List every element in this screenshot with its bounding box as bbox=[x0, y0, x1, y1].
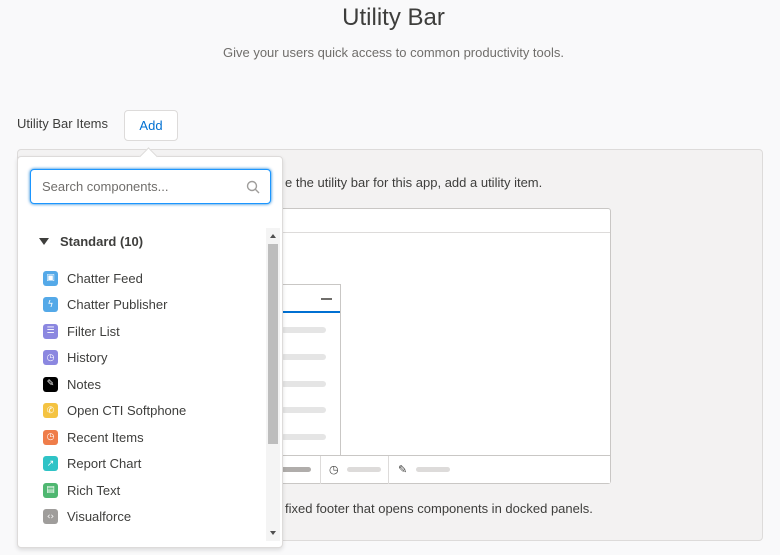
list-item-label: Notes bbox=[67, 376, 101, 392]
illustration-line bbox=[281, 407, 326, 413]
add-button[interactable]: Add bbox=[124, 110, 178, 141]
minimize-icon bbox=[321, 298, 332, 300]
illustration-line bbox=[281, 354, 326, 360]
scrollbar-thumb[interactable] bbox=[268, 244, 278, 444]
recent-items-icon: ◷ bbox=[43, 429, 58, 445]
component-picker-popover: Standard (10) ▣ Chatter Feed ϟ Chatter Publ… bbox=[17, 156, 283, 548]
page-title: Utility Bar bbox=[342, 4, 445, 31]
list-item[interactable]: ◷ Recent Items bbox=[43, 424, 263, 451]
illustration-topbar bbox=[251, 209, 610, 233]
component-list: ▣ Chatter Feed ϟ Chatter Publisher ☰ Filter L… bbox=[43, 265, 263, 530]
list-item-label: Rich Text bbox=[67, 482, 121, 498]
triangle-down-icon bbox=[39, 238, 49, 245]
list-item[interactable]: ‹› Visualforce bbox=[43, 504, 263, 531]
list-item[interactable]: ↗ Report Chart bbox=[43, 451, 263, 478]
scroll-down-arrow-icon[interactable] bbox=[270, 531, 276, 535]
page-subtitle: Give your users quick access to common p… bbox=[222, 45, 565, 60]
search-box bbox=[30, 169, 271, 204]
list-item[interactable]: ☰ Filter List bbox=[43, 318, 263, 345]
scrollbar[interactable] bbox=[266, 228, 280, 541]
illustration-footer-segment bbox=[416, 467, 450, 472]
clock-icon: ◷ bbox=[329, 463, 339, 476]
list-item-label: Recent Items bbox=[67, 429, 144, 445]
illustration-line bbox=[281, 434, 326, 440]
utility-bar-items-label: Utility Bar Items bbox=[17, 116, 109, 131]
visualforce-icon: ‹› bbox=[43, 509, 58, 525]
illustration-divider bbox=[320, 456, 321, 484]
utility-bar-illustration: ◷ ✎ bbox=[250, 208, 611, 484]
list-item-label: Chatter Feed bbox=[67, 270, 143, 286]
list-item-label: Chatter Publisher bbox=[67, 297, 168, 313]
notes-icon: ✎ bbox=[43, 376, 58, 392]
chatter-feed-icon: ▣ bbox=[43, 270, 58, 286]
illustration-line bbox=[281, 327, 326, 333]
lightning-icon: ϟ bbox=[43, 297, 58, 313]
section-title: Standard (10) bbox=[60, 234, 144, 249]
scroll-up-arrow-icon[interactable] bbox=[270, 234, 276, 238]
list-item[interactable]: ✆ Open CTI Softphone bbox=[43, 398, 263, 425]
report-chart-icon: ↗ bbox=[43, 456, 58, 472]
list-item[interactable]: ◷ History bbox=[43, 345, 263, 372]
list-item[interactable]: ▤ Rich Text bbox=[43, 477, 263, 504]
list-item[interactable]: ✎ Notes bbox=[43, 371, 263, 398]
illustration-footer-segment bbox=[347, 467, 381, 472]
illustration-line bbox=[281, 381, 326, 387]
list-item-label: Filter List bbox=[67, 323, 120, 339]
list-item[interactable]: ϟ Chatter Publisher bbox=[43, 292, 263, 319]
phone-icon: ✆ bbox=[43, 403, 58, 419]
list-item-label: Report Chart bbox=[67, 456, 142, 472]
section-standard-toggle[interactable]: Standard (10) bbox=[39, 234, 143, 249]
rich-text-icon: ▤ bbox=[43, 482, 58, 498]
list-item-label: Open CTI Softphone bbox=[67, 403, 187, 419]
illustration-divider bbox=[388, 456, 389, 484]
filter-list-icon: ☰ bbox=[43, 323, 58, 339]
search-icon bbox=[246, 180, 260, 194]
history-clock-icon: ◷ bbox=[43, 350, 58, 366]
panel-description-text: fixed footer that opens components in do… bbox=[285, 501, 593, 516]
list-item-label: History bbox=[67, 350, 108, 366]
panel-instruction-text: e the utility bar for this app, add a ut… bbox=[285, 175, 543, 190]
illustration-footer-segment bbox=[281, 467, 311, 472]
list-item-label: Visualforce bbox=[67, 509, 132, 525]
list-item[interactable]: ▣ Chatter Feed bbox=[43, 265, 263, 292]
notes-icon: ✎ bbox=[398, 463, 408, 476]
illustration-footer: ◷ ✎ bbox=[251, 455, 610, 484]
search-input[interactable] bbox=[31, 170, 236, 203]
